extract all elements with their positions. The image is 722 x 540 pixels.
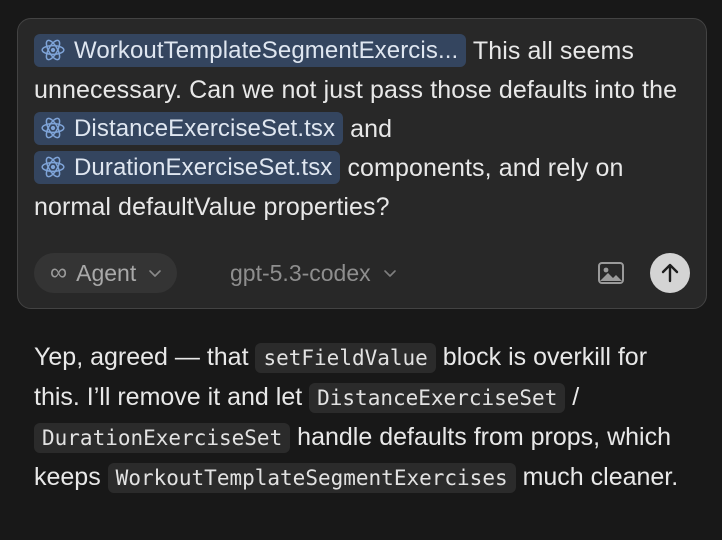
prompt-text[interactable]: WorkoutTemplateSegmentExercis... This al…	[34, 32, 699, 227]
reply-text: Yep, agreed — that	[34, 343, 249, 371]
inline-code: setFieldValue	[255, 343, 436, 373]
arrow-up-icon	[661, 263, 679, 283]
file-chip-label: WorkoutTemplateSegmentExercis...	[74, 36, 459, 64]
send-button[interactable]	[650, 253, 690, 293]
react-icon	[41, 118, 65, 139]
reply-text: /	[572, 383, 580, 411]
agent-mode-label: Agent	[76, 259, 137, 286]
chat-composer[interactable]: WorkoutTemplateSegmentExercis... This al…	[17, 18, 707, 309]
agent-mode-selector[interactable]: ∞ Agent	[34, 253, 178, 293]
infinity-icon: ∞	[50, 259, 67, 286]
image-icon[interactable]	[597, 260, 625, 286]
inline-code: DurationExerciseSet	[34, 423, 291, 453]
chevron-down-icon	[149, 270, 162, 277]
file-chip-label: DurationExerciseSet.tsx	[74, 153, 333, 181]
react-icon	[41, 157, 65, 178]
file-chip[interactable]: DurationExerciseSet.tsx	[34, 150, 341, 184]
model-label: gpt-5.3-codex	[230, 259, 371, 286]
react-icon	[41, 40, 65, 61]
model-selector[interactable]: gpt-5.3-codex	[230, 253, 397, 293]
inline-code: WorkoutTemplateSegmentExercises	[107, 463, 516, 493]
chevron-down-icon	[383, 270, 396, 277]
file-chip[interactable]: WorkoutTemplateSegmentExercis...	[34, 33, 467, 67]
composer-toolbar: ∞ Agent gpt-5.3-codex	[34, 253, 690, 293]
prompt-text-part: and	[350, 115, 393, 143]
file-chip-label: DistanceExerciseSet.tsx	[74, 114, 336, 142]
inline-code: DistanceExerciseSet	[309, 383, 566, 413]
file-chip[interactable]: DistanceExerciseSet.tsx	[34, 111, 344, 145]
reply-text: much cleaner.	[522, 463, 679, 491]
assistant-reply: Yep, agreed — that setFieldValue block i…	[34, 338, 694, 498]
